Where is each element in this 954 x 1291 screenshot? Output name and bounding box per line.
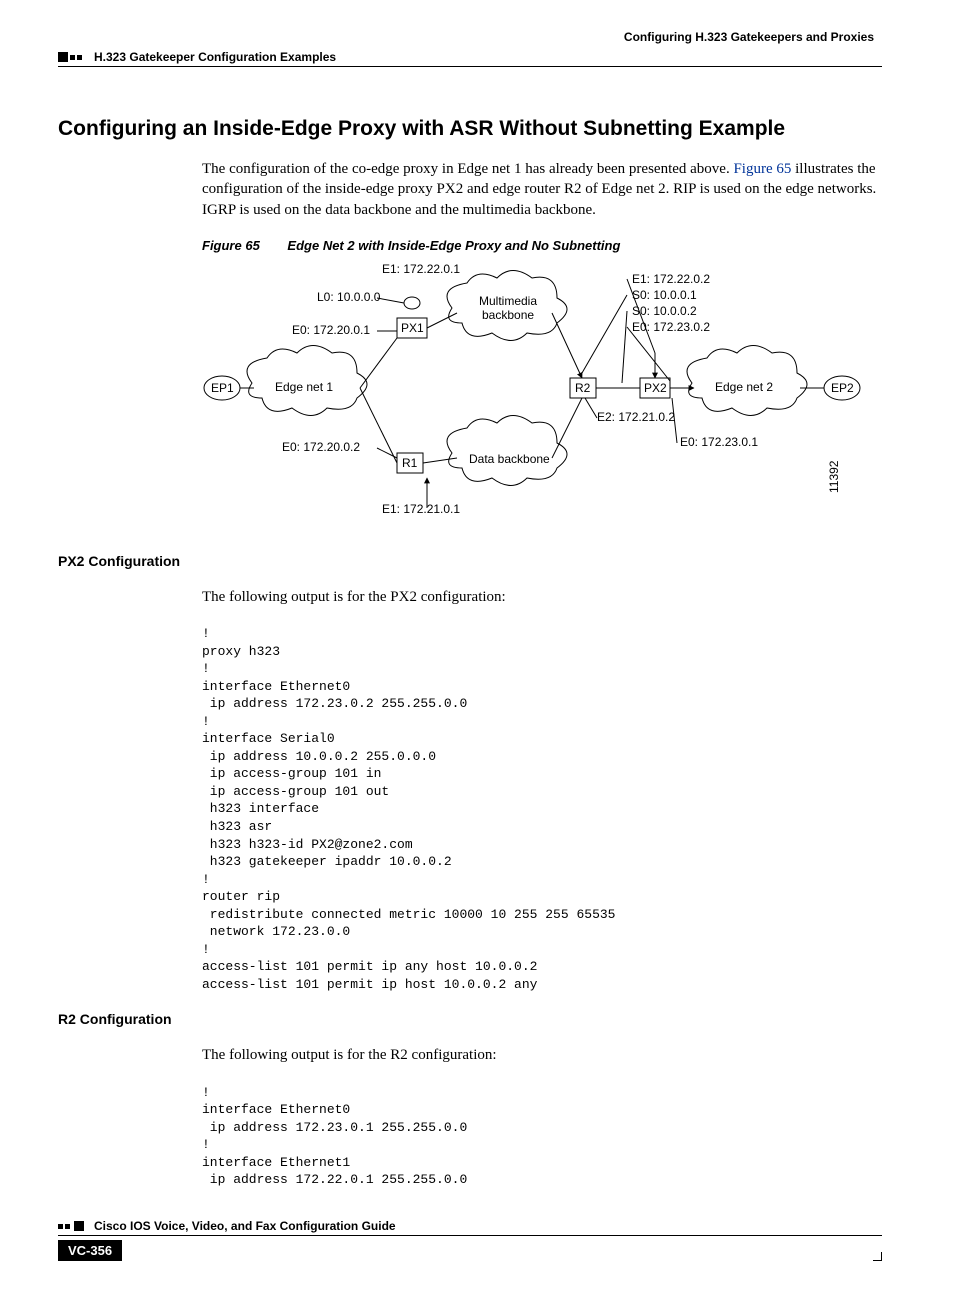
px1-box: PX1: [401, 321, 424, 335]
edge-net-2-label: Edge net 2: [715, 380, 773, 394]
ep2-label: EP2: [831, 381, 854, 395]
network-diagram: Multimediabackbone Edge net 1 Data backb…: [202, 263, 882, 523]
e1-px1-label: E1: 172.22.0.1: [382, 263, 460, 276]
footer-guide-title: Cisco IOS Voice, Video, and Fax Configur…: [94, 1219, 396, 1233]
ep1-label: EP1: [211, 381, 234, 395]
s0-r2-label: S0: 10.0.0.1: [632, 288, 697, 302]
footer-rule: [58, 1235, 882, 1236]
r2-box: R2: [575, 381, 591, 395]
e0-r1-label: E0: 172.20.0.2: [282, 440, 360, 454]
header-marker-icon: [58, 52, 84, 62]
e1-r1-label: E1: 172.21.0.1: [382, 502, 460, 516]
e1-r2-label: E1: 172.22.0.2: [632, 272, 710, 286]
e2-r2-label: E2: 172.21.0.2: [597, 410, 675, 424]
l0-px1-label: L0: 10.0.0.0: [317, 290, 381, 304]
header-section: H.323 Gatekeeper Configuration Examples: [94, 50, 336, 64]
r2-config-code: ! interface Ethernet0 ip address 172.23.…: [202, 1084, 882, 1189]
e0-px2-label: E0: 172.23.0.2: [632, 320, 710, 334]
data-backbone-label: Data backbone: [469, 452, 550, 466]
footer-marker-icon: [65, 1224, 70, 1229]
mm-backbone-label-1: Multimediabackbone: [479, 294, 537, 322]
figure-title: Edge Net 2 with Inside-Edge Proxy and No…: [287, 238, 620, 253]
footer-marker-icon: [74, 1221, 84, 1231]
e0-px2b-label: E0: 172.23.0.1: [680, 435, 758, 449]
px2-box: PX2: [644, 381, 667, 395]
figure-caption: Figure 65 Edge Net 2 with Inside-Edge Pr…: [202, 238, 882, 253]
section-title: Configuring an Inside-Edge Proxy with AS…: [58, 117, 882, 141]
page-number: VC-356: [58, 1240, 122, 1261]
figure-number: Figure 65: [202, 238, 260, 253]
edge-net-1-label: Edge net 1: [275, 380, 333, 394]
footer-marker-icon: [58, 1224, 63, 1229]
figure-id-label: 11392: [827, 460, 841, 493]
r2-intro: The following output is for the R2 confi…: [202, 1045, 882, 1065]
px2-heading: PX2 Configuration: [58, 553, 882, 569]
crop-mark-icon: [873, 1252, 882, 1261]
r1-box: R1: [402, 456, 418, 470]
intro-text-1: The configuration of the co-edge proxy i…: [202, 161, 733, 177]
intro-paragraph: The configuration of the co-edge proxy i…: [202, 159, 882, 220]
px2-intro: The following output is for the PX2 conf…: [202, 587, 882, 607]
e0-px1-label: E0: 172.20.0.1: [292, 323, 370, 337]
r2-heading: R2 Configuration: [58, 1011, 882, 1027]
s0-px2-label: S0: 10.0.0.2: [632, 304, 697, 318]
header-chapter: Configuring H.323 Gatekeepers and Proxie…: [58, 30, 882, 44]
header-rule: [58, 66, 882, 67]
figure-link[interactable]: Figure 65: [733, 161, 791, 177]
px2-config-code: ! proxy h323 ! interface Ethernet0 ip ad…: [202, 625, 882, 993]
